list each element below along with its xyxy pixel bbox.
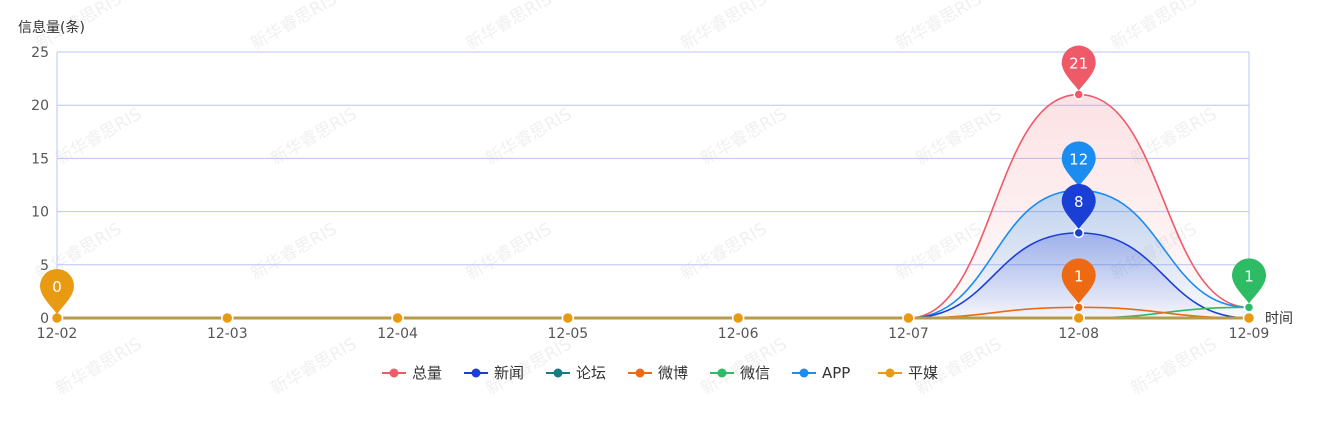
- y-tick-label: 20: [31, 98, 49, 114]
- watermark-text: 新华睿思RIS: [248, 219, 341, 284]
- pin-marker-微信: 1: [1232, 258, 1266, 303]
- legend-dot: [472, 369, 481, 378]
- data-point-平媒: [1073, 313, 1084, 324]
- legend-label: APP: [822, 364, 850, 382]
- watermark-text: 新华睿思RIS: [1128, 334, 1221, 399]
- data-point-总量: [1074, 90, 1083, 99]
- legend-dot: [886, 369, 895, 378]
- pin-label: 0: [52, 278, 62, 296]
- watermark-text: 新华睿思RIS: [268, 104, 361, 169]
- y-axis-title: 信息量(条): [18, 19, 85, 36]
- legend-item-APP[interactable]: APP: [792, 364, 850, 382]
- legend-dot: [554, 369, 563, 378]
- pin-label: 1: [1074, 267, 1084, 285]
- line-chart: 新华睿思RIS 新华睿思RIS 新华睿思RIS 新华睿思RIS 新华睿思RIS 新华睿思R…: [0, 0, 1324, 419]
- y-tick-label: 25: [31, 45, 49, 61]
- watermark-text: 新华睿思RIS: [913, 104, 1006, 169]
- data-point-新闻: [1074, 228, 1083, 237]
- x-tick-label: 12-05: [548, 326, 589, 342]
- data-point-平媒: [52, 313, 63, 324]
- y-tick-label: 5: [40, 258, 49, 274]
- x-tick-label: 12-04: [377, 326, 418, 342]
- data-point-平媒: [1244, 313, 1255, 324]
- watermark-text: 新华睿思RIS: [483, 104, 576, 169]
- watermark-text: 新华睿思RIS: [678, 0, 771, 54]
- x-tick-label: 12-06: [718, 326, 759, 342]
- pin-marker-平媒: 0: [40, 269, 74, 314]
- pin-marker-总量: 21: [1062, 46, 1096, 91]
- legend-dot: [636, 369, 645, 378]
- legend-label: 总量: [412, 364, 442, 382]
- watermark-text: 新华睿思RIS: [248, 0, 341, 54]
- chart-svg: 新华睿思RIS 新华睿思RIS 新华睿思RIS 新华睿思RIS 新华睿思RIS 新华睿思R…: [0, 0, 1324, 419]
- pin-label: 12: [1069, 150, 1088, 168]
- data-point-平媒: [562, 313, 573, 324]
- legend-label: 微博: [658, 364, 688, 382]
- x-tick-label: 12-03: [207, 326, 248, 342]
- x-tick-label: 12-09: [1229, 326, 1270, 342]
- data-point-平媒: [903, 313, 914, 324]
- data-point-微信: [1245, 303, 1254, 312]
- y-tick-label: 0: [40, 311, 49, 327]
- watermark-text: 新华睿思RIS: [268, 334, 361, 399]
- legend-item-平媒[interactable]: 平媒: [878, 364, 938, 382]
- y-tick-label: 15: [31, 151, 49, 167]
- watermark-text: 新华睿思RIS: [678, 219, 771, 284]
- pin-label: 1: [1244, 267, 1254, 285]
- x-tick-label: 12-02: [37, 326, 78, 342]
- legend-dot: [800, 369, 809, 378]
- legend-item-论坛[interactable]: 论坛: [546, 364, 606, 382]
- legend-dot: [718, 369, 727, 378]
- y-tick-label: 10: [31, 205, 49, 221]
- legend-item-总量[interactable]: 总量: [382, 364, 442, 382]
- watermark-text: 新华睿思RIS: [463, 0, 556, 54]
- x-tick-label: 12-08: [1058, 326, 1099, 342]
- legend-item-微博[interactable]: 微博: [628, 364, 688, 382]
- watermark-text: 新华睿思RIS: [463, 219, 556, 284]
- watermark-text: 新华睿思RIS: [1108, 0, 1201, 54]
- legend-dot: [390, 369, 399, 378]
- legend-label: 微信: [740, 364, 770, 382]
- watermark-text: 新华睿思RIS: [53, 104, 146, 169]
- data-point-平媒: [392, 313, 403, 324]
- legend-item-新闻[interactable]: 新闻: [464, 364, 524, 382]
- data-point-平媒: [733, 313, 744, 324]
- data-point-微博: [1074, 303, 1083, 312]
- pin-label: 8: [1074, 193, 1084, 211]
- watermark-text: 新华睿思RIS: [698, 104, 791, 169]
- x-tick-label: 12-07: [888, 326, 929, 342]
- watermark-text: 新华睿思RIS: [53, 334, 146, 399]
- pin-label: 21: [1069, 55, 1088, 73]
- legend-label: 论坛: [576, 364, 606, 382]
- x-axis-title: 时间: [1265, 311, 1293, 327]
- watermark-text: 新华睿思RIS: [893, 0, 986, 54]
- data-point-平媒: [222, 313, 233, 324]
- legend-label: 新闻: [494, 364, 524, 382]
- legend-label: 平媒: [908, 364, 938, 382]
